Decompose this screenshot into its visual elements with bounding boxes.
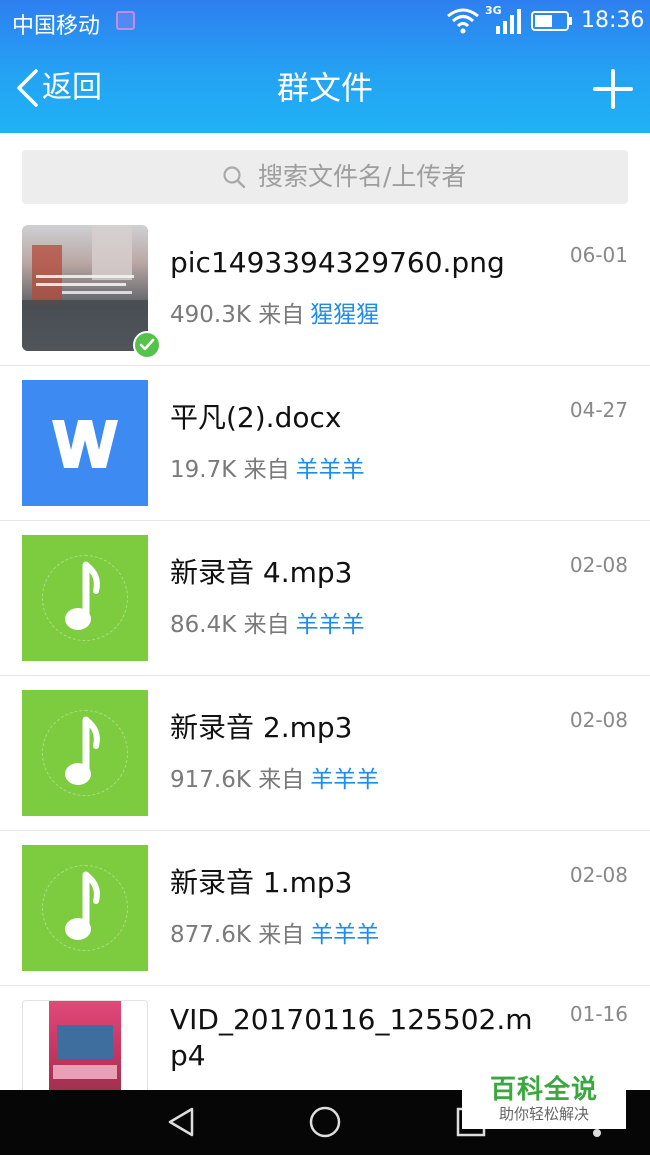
music-note-icon (22, 535, 148, 661)
file-meta: 490.3K 来自 猩猩猩 (170, 301, 379, 329)
file-size: 917.6K (170, 767, 251, 793)
downloaded-check-icon (133, 331, 161, 359)
file-size: 86.4K (170, 612, 237, 638)
uploader-link[interactable]: 羊羊羊 (296, 612, 365, 638)
file-name: 新录音 1.mp3 (170, 866, 353, 899)
carrier-name: 中国移动 (12, 14, 101, 39)
file-date: 04-27 (569, 398, 628, 422)
status-bar: 中国移动 3G 18:36 (0, 0, 650, 44)
file-row[interactable]: 新录音 4.mp3 86.4K 来自 羊羊羊 02-08 (0, 521, 650, 676)
from-label: 来自 (258, 922, 305, 948)
from-label: 来自 (243, 612, 290, 638)
uploader-link[interactable]: 羊羊羊 (296, 457, 365, 483)
file-row[interactable]: pic1493394329760.png 490.3K 来自 猩猩猩 06-01 (0, 211, 650, 366)
file-meta: 877.6K 来自 羊羊羊 (170, 921, 379, 949)
file-meta: 917.6K 来自 羊羊羊 (170, 766, 379, 794)
file-size: 490.3K (170, 302, 251, 328)
nav-back-icon[interactable] (164, 1105, 198, 1139)
search-input[interactable]: 搜索文件名/上传者 (22, 150, 628, 204)
file-size: 19.7K (170, 457, 237, 483)
file-row[interactable]: 新录音 1.mp3 877.6K 来自 羊羊羊 02-08 (0, 831, 650, 986)
file-date: 02-08 (569, 553, 628, 577)
music-note-icon (22, 690, 148, 816)
sim-card-icon (116, 11, 135, 30)
uploader-link[interactable]: 猩猩猩 (310, 302, 379, 328)
word-icon (22, 380, 148, 506)
file-name: 平凡(2).docx (170, 401, 342, 434)
watermark-logo: 百科全说 助你轻松解决 (462, 1063, 626, 1129)
music-note-icon (22, 845, 148, 971)
header-bar: 中国移动 3G 18:36 返回 群文件 (0, 0, 650, 133)
file-size: 877.6K (170, 922, 251, 948)
file-list: pic1493394329760.png 490.3K 来自 猩猩猩 06-01 … (0, 211, 650, 1141)
file-name: pic1493394329760.png (170, 246, 505, 279)
nav-home-icon[interactable] (307, 1104, 343, 1140)
from-label: 来自 (258, 302, 305, 328)
file-date: 02-08 (569, 708, 628, 732)
from-label: 来自 (258, 767, 305, 793)
from-label: 来自 (243, 457, 290, 483)
watermark-title: 百科全说 (489, 1075, 598, 1105)
wifi-icon (447, 8, 479, 34)
plus-icon[interactable] (592, 68, 634, 110)
uploader-link[interactable]: 羊羊羊 (310, 922, 379, 948)
file-name: 新录音 4.mp3 (170, 556, 353, 589)
uploader-link[interactable]: 羊羊羊 (310, 767, 379, 793)
battery-icon (531, 11, 572, 31)
search-section: 搜索文件名/上传者 (0, 133, 650, 220)
file-date: 06-01 (569, 243, 628, 267)
page-title: 群文件 (276, 69, 373, 107)
search-placeholder: 搜索文件名/上传者 (258, 162, 467, 191)
search-icon (223, 166, 246, 189)
status-time: 18:36 (581, 8, 645, 33)
file-meta: 19.7K 来自 羊羊羊 (170, 456, 365, 484)
file-row[interactable]: 平凡(2).docx 19.7K 来自 羊羊羊 04-27 (0, 366, 650, 521)
watermark-subtitle: 助你轻松解决 (498, 1105, 589, 1123)
image-thumbnail (22, 225, 148, 351)
nav-menu-dot-icon[interactable] (593, 1129, 601, 1137)
signal-strength-icon (496, 9, 521, 34)
file-date: 01-16 (569, 1002, 628, 1026)
file-name: 新录音 2.mp3 (170, 711, 353, 744)
file-row[interactable]: 新录音 2.mp3 917.6K 来自 羊羊羊 02-08 (0, 676, 650, 831)
file-date: 02-08 (569, 863, 628, 887)
file-meta: 86.4K 来自 羊羊羊 (170, 611, 365, 639)
